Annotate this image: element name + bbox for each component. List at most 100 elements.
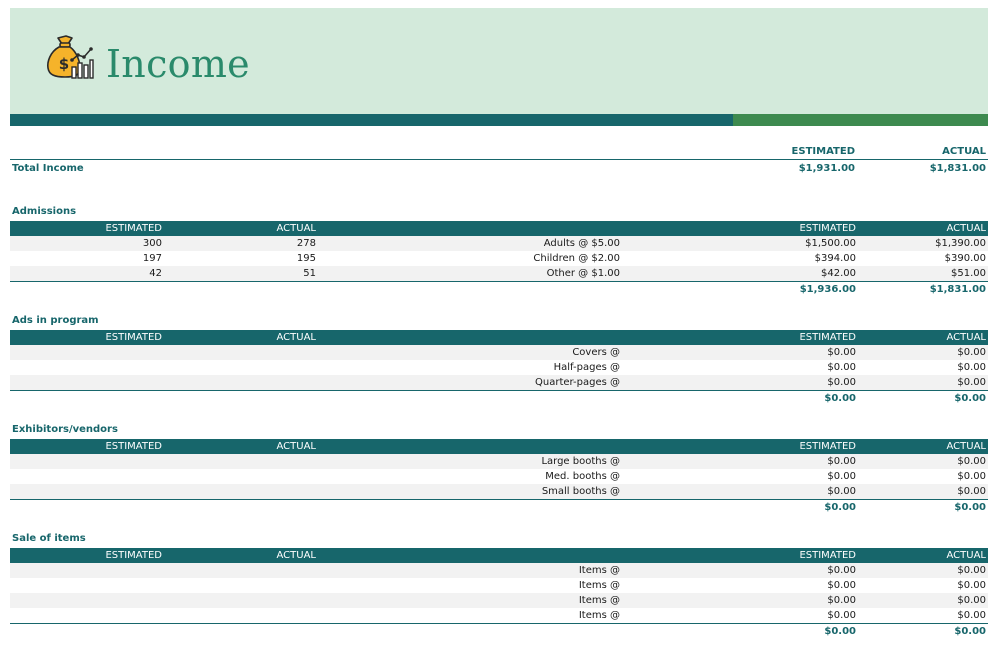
row-estimated: $0.00 xyxy=(827,377,856,388)
row-label: Other @ $1.00 xyxy=(546,268,620,279)
total-row-admissions: $1,936.00 $1,831.00 xyxy=(10,282,988,297)
row-label: Items @ xyxy=(578,595,620,606)
row-actual-qty[interactable]: 195 xyxy=(297,251,316,266)
table-header-ads: ESTIMATED ACTUAL ESTIMATED ACTUAL xyxy=(10,330,988,345)
accent-bar-teal xyxy=(10,114,733,126)
row-label: Half-pages @ xyxy=(553,362,620,373)
header-actual: ACTUAL xyxy=(946,223,987,234)
row-estimated: $0.00 xyxy=(827,471,856,482)
header-estimated-qty: ESTIMATED xyxy=(105,223,162,234)
summary-rule xyxy=(10,159,988,160)
row-label: Covers @ xyxy=(572,347,620,358)
total-estimated: $0.00 xyxy=(824,393,856,404)
row-estimated: $0.00 xyxy=(827,610,856,621)
header-actual: ACTUAL xyxy=(946,441,987,452)
row-label: Quarter-pages @ xyxy=(535,377,620,388)
row-estimated: $0.00 xyxy=(827,456,856,467)
row-actual-qty[interactable]: 51 xyxy=(303,266,316,281)
header-estimated: ESTIMATED xyxy=(799,223,856,234)
table-row: Items @ $0.00 $0.00 xyxy=(10,563,988,578)
accent-bar-green xyxy=(733,114,988,126)
total-estimated: $0.00 xyxy=(824,626,856,637)
table-row: 197 195 Children @ $2.00 $394.00 $390.00 xyxy=(10,251,988,266)
row-label: Items @ xyxy=(578,565,620,576)
row-actual-qty[interactable]: 278 xyxy=(297,236,316,251)
row-actual: $0.00 xyxy=(957,362,986,373)
row-estimated-qty[interactable]: 197 xyxy=(143,251,162,266)
row-estimated: $0.00 xyxy=(827,580,856,591)
header-actual-qty: ACTUAL xyxy=(276,441,317,452)
total-income-label: Total Income xyxy=(12,163,84,174)
money-bag-chart-icon: $ xyxy=(47,35,94,79)
row-estimated-qty[interactable]: 42 xyxy=(149,266,162,281)
header-actual: ACTUAL xyxy=(946,550,987,561)
table-row: 300 278 Adults @ $5.00 $1,500.00 $1,390.… xyxy=(10,236,988,251)
row-estimated: $0.00 xyxy=(827,347,856,358)
table-row: Covers @ $0.00 $0.00 xyxy=(10,345,988,360)
section-title-exhibitors: Exhibitors/vendors xyxy=(12,424,118,435)
header-estimated: ESTIMATED xyxy=(799,550,856,561)
row-actual: $390.00 xyxy=(944,253,986,264)
header-actual-qty: ACTUAL xyxy=(276,550,317,561)
row-actual: $0.00 xyxy=(957,377,986,388)
header-estimated-qty: ESTIMATED xyxy=(105,550,162,561)
table-row: Large booths @ $0.00 $0.00 xyxy=(10,454,988,469)
total-estimated: $0.00 xyxy=(824,502,856,513)
row-actual: $0.00 xyxy=(957,565,986,576)
row-label: Adults @ $5.00 xyxy=(543,238,620,249)
row-estimated: $0.00 xyxy=(827,362,856,373)
row-estimated: $0.00 xyxy=(827,565,856,576)
table-row: Quarter-pages @ $0.00 $0.00 xyxy=(10,375,988,390)
row-actual: $0.00 xyxy=(957,580,986,591)
row-actual: $0.00 xyxy=(957,595,986,606)
table-row: 42 51 Other @ $1.00 $42.00 $51.00 xyxy=(10,266,988,281)
total-row-ads: $0.00 $0.00 xyxy=(10,391,988,406)
table-row: Med. booths @ $0.00 $0.00 xyxy=(10,469,988,484)
total-actual: $1,831.00 xyxy=(929,284,986,295)
table-header-sale: ESTIMATED ACTUAL ESTIMATED ACTUAL xyxy=(10,548,988,563)
table-header-exhibitors: ESTIMATED ACTUAL ESTIMATED ACTUAL xyxy=(10,439,988,454)
table-row: Half-pages @ $0.00 $0.00 xyxy=(10,360,988,375)
total-row-sale: $0.00 $0.00 xyxy=(10,624,988,639)
section-title-admissions: Admissions xyxy=(12,206,77,217)
page-title: Income xyxy=(106,42,250,86)
total-actual: $0.00 xyxy=(954,502,986,513)
row-label: Children @ $2.00 xyxy=(533,253,620,264)
header-estimated-qty: ESTIMATED xyxy=(105,332,162,343)
table-row: Items @ $0.00 $0.00 xyxy=(10,608,988,623)
section-title-sale: Sale of items xyxy=(12,533,86,544)
row-estimated: $1,500.00 xyxy=(805,238,856,249)
row-actual: $0.00 xyxy=(957,456,986,467)
row-actual: $0.00 xyxy=(957,471,986,482)
svg-text:$: $ xyxy=(59,55,69,73)
row-estimated: $0.00 xyxy=(827,595,856,606)
row-actual: $0.00 xyxy=(957,347,986,358)
row-label: Large booths @ xyxy=(541,456,620,467)
total-estimated: $1,936.00 xyxy=(799,284,856,295)
row-label: Items @ xyxy=(578,610,620,621)
table-row: Items @ $0.00 $0.00 xyxy=(10,593,988,608)
header-estimated-qty: ESTIMATED xyxy=(105,441,162,452)
row-actual: $1,390.00 xyxy=(935,238,986,249)
total-income-actual: $1,831.00 xyxy=(929,163,986,174)
total-income-estimated: $1,931.00 xyxy=(798,163,855,174)
table-row: Items @ $0.00 $0.00 xyxy=(10,578,988,593)
header-actual-qty: ACTUAL xyxy=(276,332,317,343)
row-actual: $0.00 xyxy=(957,610,986,621)
row-label: Items @ xyxy=(578,580,620,591)
header-estimated: ESTIMATED xyxy=(799,441,856,452)
income-sheet: $ Income ESTIMATED ACTUAL Total Income $… xyxy=(0,0,1005,663)
row-estimated: $0.00 xyxy=(827,486,856,497)
row-estimated: $394.00 xyxy=(814,253,856,264)
total-actual: $0.00 xyxy=(954,393,986,404)
row-actual: $51.00 xyxy=(951,268,986,279)
row-label: Small booths @ xyxy=(541,486,620,497)
row-estimated-qty[interactable]: 300 xyxy=(143,236,162,251)
row-actual: $0.00 xyxy=(957,486,986,497)
total-row-exhibitors: $0.00 $0.00 xyxy=(10,500,988,515)
section-title-ads: Ads in program xyxy=(12,315,99,326)
summary-estimated-header: ESTIMATED xyxy=(791,146,855,157)
total-actual: $0.00 xyxy=(954,626,986,637)
summary-actual-header: ACTUAL xyxy=(942,146,986,157)
header-estimated: ESTIMATED xyxy=(799,332,856,343)
